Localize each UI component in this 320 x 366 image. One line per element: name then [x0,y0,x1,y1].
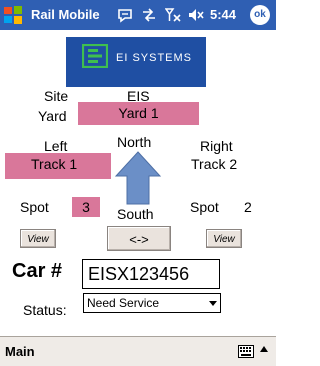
left-label: Left [44,138,68,154]
messaging-icon[interactable] [117,7,133,23]
status-select[interactable]: Need Service [83,293,221,313]
site-label: Site [44,88,69,104]
connectivity-icon[interactable] [141,7,157,23]
car-number-label: Car # [12,260,63,282]
windows-start-icon[interactable] [3,5,23,25]
spot-right-value: 2 [244,199,252,215]
spot-left-label: Spot [20,199,49,215]
app-title: Rail Mobile [31,7,100,22]
south-label: South [117,206,154,222]
swap-direction-button[interactable]: <-> [107,226,171,251]
ok-button[interactable]: ok [250,5,270,25]
volume-muted-icon[interactable] [188,7,204,23]
yard-value[interactable]: Yard 1 [78,102,199,125]
status-label: Status: [23,302,67,318]
keyboard-icon[interactable] [238,345,254,358]
spot-right-label: Spot [190,199,219,215]
signal-off-icon[interactable] [165,7,181,23]
spot-left-value[interactable]: 3 [72,197,100,217]
right-label: Right [200,138,233,154]
chevron-down-icon [209,301,217,306]
left-track-value[interactable]: Track 1 [5,153,111,179]
view-right-button[interactable]: View [206,229,242,248]
input-panel-toggle-icon[interactable] [260,346,268,352]
car-number-input[interactable]: EISX123456 [82,259,220,289]
ei-logo-mark-icon [82,44,108,68]
main-menu[interactable]: Main [5,344,35,359]
title-bar: Rail Mobile 5:44 ok [0,0,276,30]
bottom-menu-bar: Main [0,336,276,366]
brand-name: EI SYSTEMS [116,52,193,64]
yard-label: Yard [38,108,67,124]
status-selected-value: Need Service [87,296,160,310]
north-label: North [117,134,152,150]
view-left-button[interactable]: View [20,229,56,248]
right-track-value[interactable]: Track 2 [191,156,237,172]
ei-systems-logo: EI SYSTEMS [66,37,206,87]
clock-time[interactable]: 5:44 [210,7,236,22]
direction-arrow-icon[interactable] [114,150,162,206]
